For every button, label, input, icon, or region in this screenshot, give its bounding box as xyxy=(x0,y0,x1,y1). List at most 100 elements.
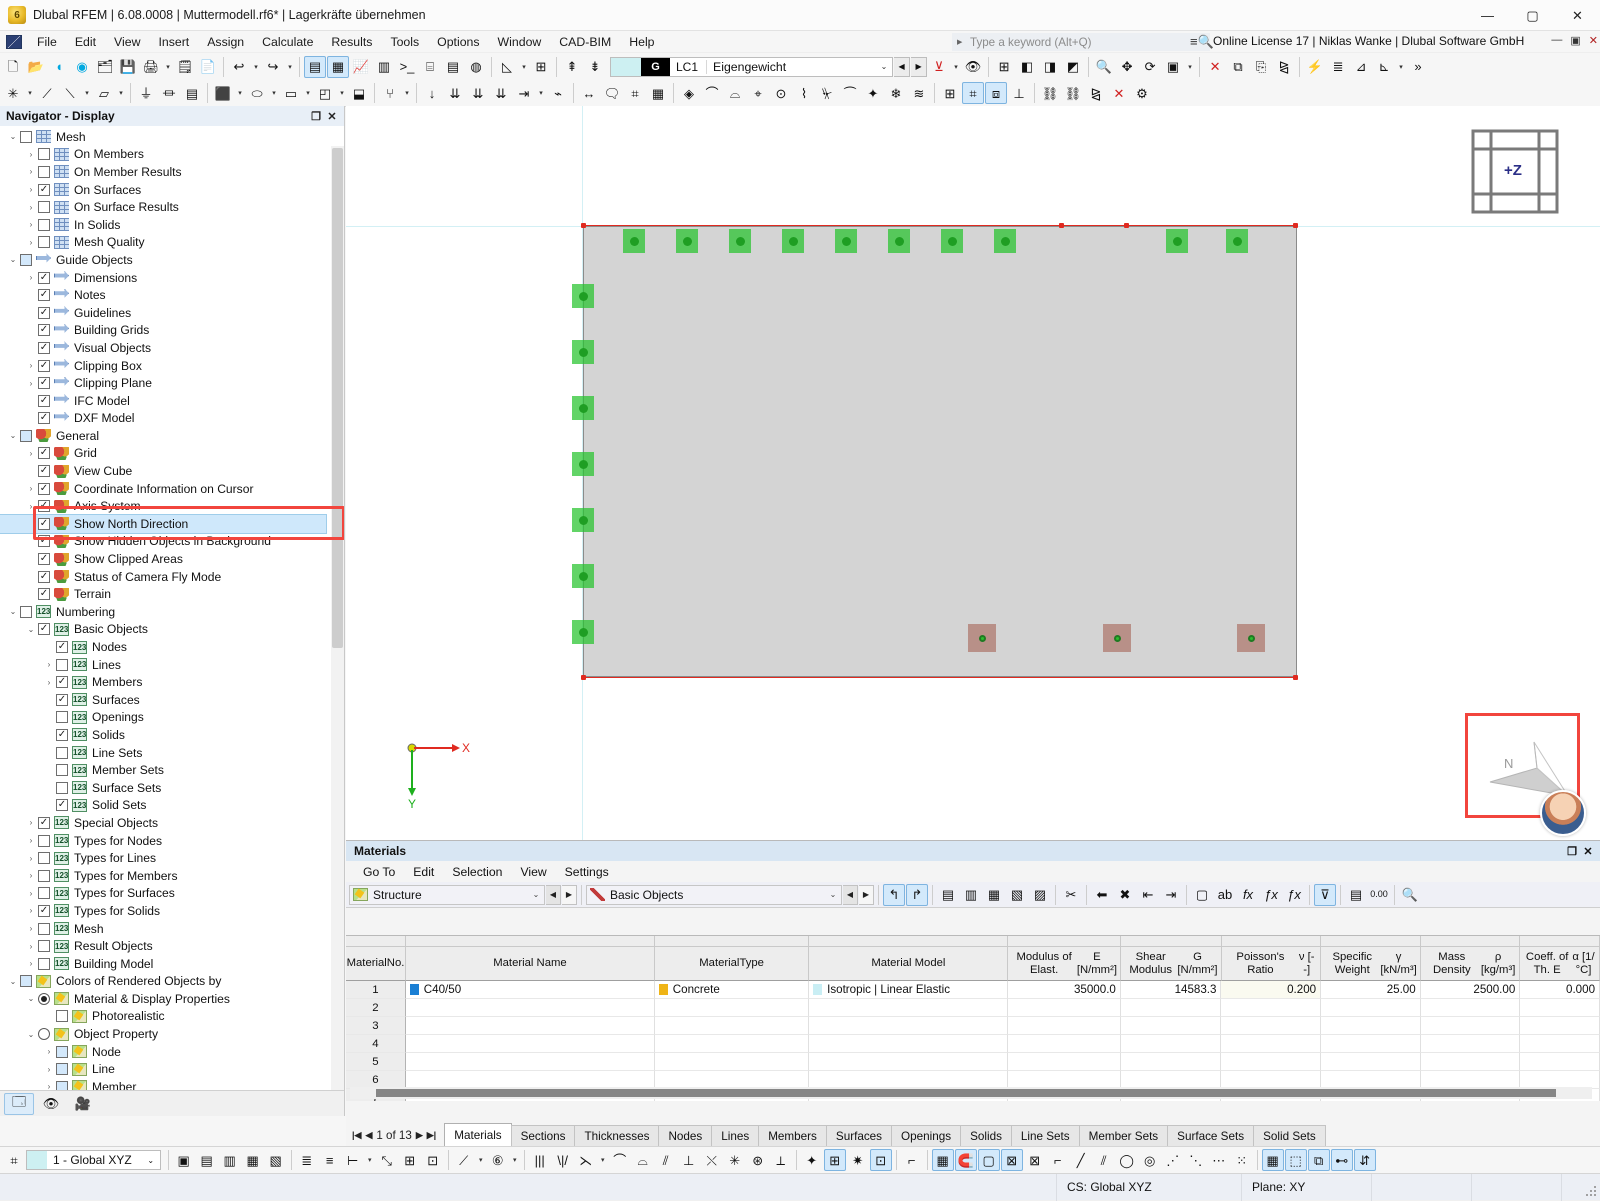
chevron-down-icon[interactable]: ⌄ xyxy=(142,1156,160,1165)
tree-item-on-surfaces[interactable]: ›✓On Surfaces xyxy=(0,181,344,199)
tree-checkbox[interactable] xyxy=(38,201,50,213)
select-dropdown-caret-icon[interactable]: ▾ xyxy=(519,56,529,78)
chevron-right-icon[interactable]: › xyxy=(24,218,38,232)
tree-checkbox[interactable]: ✓ xyxy=(56,729,68,741)
column-support[interactable] xyxy=(968,624,996,652)
table-cell[interactable] xyxy=(1520,999,1600,1017)
user-avatar[interactable] xyxy=(1540,790,1586,836)
nodal-support[interactable] xyxy=(941,229,963,253)
tab-member-sets[interactable]: Member Sets xyxy=(1079,1125,1169,1146)
tree-item-result-objects[interactable]: ›Result Objects xyxy=(0,937,344,955)
tree-item-in-solids[interactable]: ›In Solids xyxy=(0,216,344,234)
column-support[interactable] xyxy=(1237,624,1265,652)
tree-checkbox[interactable]: ✓ xyxy=(38,905,50,917)
doc-close-button[interactable]: ✕ xyxy=(1589,34,1598,47)
table-cell[interactable] xyxy=(406,1053,655,1071)
text-format-icon[interactable]: ab xyxy=(1214,884,1236,906)
tree-checkbox[interactable]: ✓ xyxy=(38,412,50,424)
tab-solid-sets[interactable]: Solid Sets xyxy=(1253,1125,1326,1146)
nodal-support[interactable] xyxy=(888,229,910,253)
column-header-7[interactable]: Specific Weightγ [kN/m³] xyxy=(1321,947,1421,981)
redo-table-icon[interactable]: ↱ xyxy=(906,884,928,906)
tree-checkbox[interactable]: ✓ xyxy=(38,553,50,565)
divide-caret-icon[interactable]: ▾ xyxy=(510,1149,520,1171)
note-icon[interactable]: 🗨 xyxy=(601,82,623,104)
cut-icon[interactable]: ✂ xyxy=(1060,884,1082,906)
table-cell[interactable] xyxy=(809,1017,1008,1035)
tree-checkbox[interactable]: ✓ xyxy=(38,289,50,301)
nodal-support[interactable] xyxy=(1166,229,1188,253)
nodal-support[interactable] xyxy=(994,229,1016,253)
tree-checkbox[interactable] xyxy=(38,852,50,864)
chevron-right-icon[interactable]: › xyxy=(24,834,38,848)
save-icon[interactable]: 💾 xyxy=(117,56,139,78)
model-viewport[interactable]: +Z X Y xyxy=(346,106,1600,840)
table-cell[interactable] xyxy=(1421,1053,1521,1071)
doc-minimize-button[interactable]: — xyxy=(1551,34,1562,47)
materials-close-icon[interactable]: ✕ xyxy=(1580,843,1596,859)
table-cell[interactable] xyxy=(406,1017,655,1035)
tree-item-view-cube[interactable]: ›✓View Cube xyxy=(0,462,344,480)
materials-table[interactable]: MaterialNo.Material NameMaterialTypeMate… xyxy=(346,935,1600,1101)
support-reaction-export-icon[interactable]: ⇟ xyxy=(584,56,606,78)
basic-objects-next-button[interactable]: ▶ xyxy=(859,885,874,905)
circle-snap-icon[interactable]: ◯ xyxy=(1116,1149,1138,1171)
support-display-icon[interactable]: ⊷ xyxy=(1331,1149,1353,1171)
node-dropdown-caret-icon[interactable]: ▾ xyxy=(25,82,35,104)
free-load-icon[interactable]: ⇥ xyxy=(513,82,535,104)
cloud-open-icon[interactable]: ◖ xyxy=(48,56,70,78)
tab-sections[interactable]: Sections xyxy=(511,1125,576,1146)
table-cell[interactable] xyxy=(1520,1035,1600,1053)
results-icon[interactable]: ≣ xyxy=(1327,56,1349,78)
doc-restore-button[interactable]: ▣ xyxy=(1570,34,1580,47)
table-cell[interactable] xyxy=(1421,1035,1521,1053)
link-icon[interactable]: ⛓ xyxy=(1039,82,1061,104)
tree-checkbox[interactable]: ✓ xyxy=(38,342,50,354)
tree-item-notes[interactable]: ›✓Notes xyxy=(0,286,344,304)
pager-first-button[interactable]: |◀ xyxy=(352,1130,361,1141)
tab-surface-sets[interactable]: Surface Sets xyxy=(1167,1125,1254,1146)
import-icon[interactable]: 🗂 xyxy=(94,56,116,78)
column-header-0[interactable]: MaterialNo. xyxy=(346,947,406,981)
table-cell[interactable] xyxy=(1221,1017,1321,1035)
tree-checkbox[interactable] xyxy=(20,606,32,618)
tree-item-nodes[interactable]: ›✓Nodes xyxy=(0,638,344,656)
nodal-support[interactable] xyxy=(572,564,594,588)
tree-item-clipping-box[interactable]: ›✓Clipping Box xyxy=(0,357,344,375)
tab-line-sets[interactable]: Line Sets xyxy=(1011,1125,1080,1146)
nodal-support[interactable] xyxy=(835,229,857,253)
tree-item-photorealistic[interactable]: ›Photorealistic xyxy=(0,1008,344,1026)
foundation-icon[interactable]: ⏜ xyxy=(839,82,861,104)
dimension-icon[interactable]: ↔ xyxy=(578,82,600,104)
tree-radio[interactable] xyxy=(38,1028,50,1040)
tree-checkbox[interactable]: ✓ xyxy=(38,360,50,372)
search-icon[interactable]: ≡🔍 xyxy=(1190,34,1214,50)
rib-icon[interactable]: ⌓ xyxy=(724,82,746,104)
panel-icon[interactable]: ▤ xyxy=(442,56,464,78)
formula-icon[interactable]: fx xyxy=(1237,884,1259,906)
find-table-icon[interactable]: 🔍 xyxy=(1399,884,1421,906)
tree-item-node[interactable]: ›Node xyxy=(0,1043,344,1061)
tree-item-clipping-plane[interactable]: ›✓Clipping Plane xyxy=(0,374,344,392)
view-cube[interactable]: +Z xyxy=(1470,128,1560,216)
tree-checkbox[interactable]: ✓ xyxy=(38,588,50,600)
tree-item-surface-sets[interactable]: ›Surface Sets xyxy=(0,779,344,797)
tab-nodes[interactable]: Nodes xyxy=(658,1125,712,1146)
tree-item-coordinate-information-on-cursor[interactable]: ›✓Coordinate Information on Cursor xyxy=(0,480,344,498)
guide-snap-toggle-icon[interactable]: ✷ xyxy=(847,1149,869,1171)
menu-view[interactable]: View xyxy=(105,33,149,51)
column-header-4[interactable]: Modulus of Elast.E [N/mm²] xyxy=(1008,947,1121,981)
new-solid-icon[interactable]: ⬛ xyxy=(212,82,234,104)
table-cell[interactable]: 14583.3 xyxy=(1121,981,1222,999)
new-node-icon[interactable]: ✳ xyxy=(2,82,24,104)
opening-dropdown-caret-icon[interactable]: ▾ xyxy=(269,82,279,104)
tree-item-line-sets[interactable]: ›Line Sets xyxy=(0,744,344,762)
chevron-right-icon[interactable]: › xyxy=(42,675,56,689)
result-beam-icon[interactable]: ⌒ xyxy=(701,82,723,104)
tree-checkbox[interactable]: ✓ xyxy=(38,395,50,407)
dot-pattern-icon[interactable]: ⁙ xyxy=(1231,1149,1253,1171)
new-surface-set-icon[interactable]: ◰ xyxy=(314,82,336,104)
snap-perpendicular-icon[interactable]: ⊥ xyxy=(678,1149,700,1171)
spring-icon[interactable]: ⌇ xyxy=(793,82,815,104)
menu-results[interactable]: Results xyxy=(322,33,381,51)
